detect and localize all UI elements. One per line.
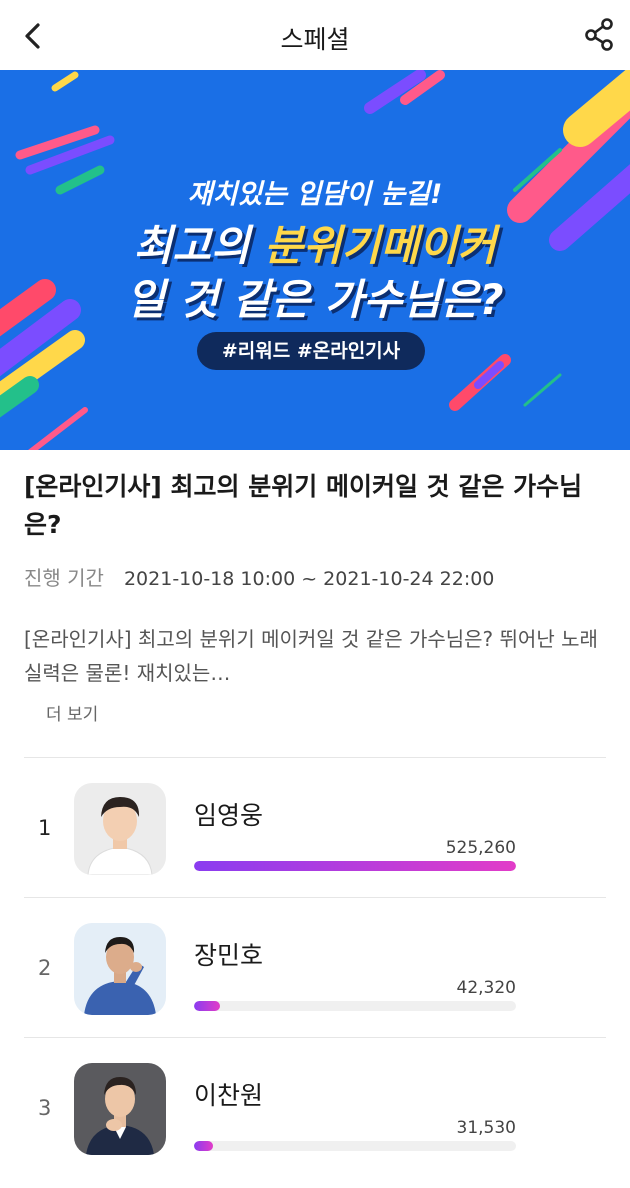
vote-count: 42,320 — [456, 978, 516, 998]
singer-name: 이찬원 — [194, 1081, 264, 1110]
share-icon — [585, 18, 613, 51]
rank-number: 1 — [38, 816, 52, 840]
vote-bar-track — [194, 1141, 516, 1151]
event-banner[interactable]: 재치있는 입담이 눈길! 최고의 분위기메이커 일 것 같은 가수님은? #리워… — [0, 70, 630, 450]
singer-name: 장민호 — [194, 941, 264, 970]
period: 진행 기간 2021-10-18 10:00 ~ 2021-10-24 22:00 — [24, 562, 494, 591]
singer-name: 임영웅 — [194, 801, 264, 830]
page-title: 스페셜 — [280, 25, 350, 54]
period-value: 2021-10-18 10:00 ~ 2021-10-24 22:00 — [123, 568, 495, 590]
vote-bar-fill — [194, 1001, 220, 1011]
avatar — [74, 783, 166, 875]
top-bar: 스페셜 — [0, 0, 630, 70]
ranking-item[interactable]: 2 장민호 42,320 — [24, 897, 606, 1037]
banner-headline-line2: 일 것 같은 가수님은? — [126, 275, 504, 324]
vote-bar-fill — [194, 861, 516, 871]
rank-number: 2 — [38, 956, 52, 980]
banner-tags: #리워드 #온라인기사 — [197, 332, 425, 370]
avatar — [74, 923, 166, 1015]
vote-count: 525,260 — [445, 838, 516, 858]
ranking-item[interactable]: 1 임영웅 525,260 — [24, 757, 606, 897]
vote-bar-track — [194, 1001, 516, 1011]
ranking-list: 1 임영웅 525,260 2 장민호 42,320 3 이찬원 31,530 — [24, 757, 606, 1177]
banner-subtitle: 재치있는 입담이 눈길! — [187, 179, 443, 210]
banner-headline-line1: 최고의 분위기메이커 — [0, 212, 630, 273]
vote-bar-fill — [194, 1141, 214, 1151]
banner-headline-prefix: 최고의 — [133, 221, 265, 270]
vote-count: 31,530 — [456, 1118, 516, 1138]
more-button[interactable]: 더 보기 — [46, 700, 98, 725]
avatar — [74, 1063, 166, 1155]
rank-number: 3 — [38, 1096, 52, 1120]
vote-bar-track — [194, 861, 516, 871]
share-button[interactable] — [582, 16, 618, 52]
ranking-item[interactable]: 3 이찬원 31,530 — [24, 1037, 606, 1177]
banner-headline-highlight: 분위기메이커 — [264, 221, 497, 270]
period-label: 진행 기간 — [24, 566, 104, 590]
article-description: [온라인기사] 최고의 분위기 메이커일 것 같은 가수님은? 뛰어난 노래실력… — [24, 627, 598, 685]
article-title: [온라인기사] 최고의 분위기 메이커일 것 같은 가수님은? — [24, 472, 583, 539]
